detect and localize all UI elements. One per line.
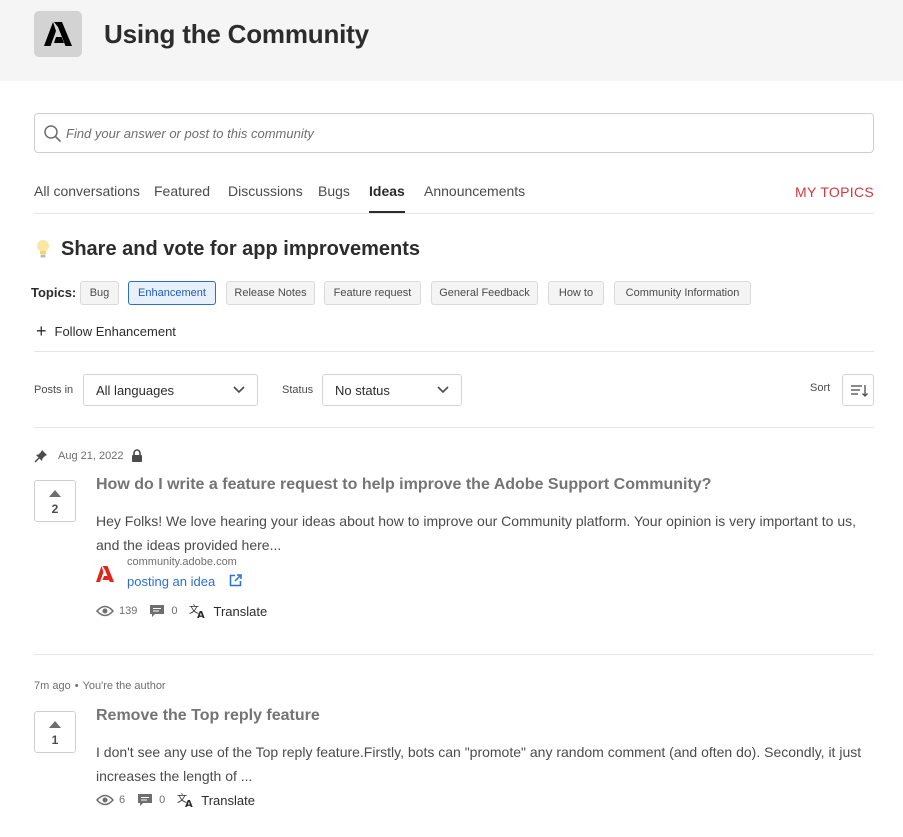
status-select[interactable]: No status <box>322 374 462 406</box>
topic-chip-release-notes[interactable]: Release Notes <box>226 281 315 305</box>
sort-button[interactable] <box>842 374 874 406</box>
comment-icon <box>150 605 165 617</box>
post-stats: 6 0 文 A Translate <box>96 791 255 809</box>
svg-text:A: A <box>197 610 205 619</box>
post-date: 7m ago <box>34 680 71 692</box>
topic-chip-general-feedback[interactable]: General Feedback <box>431 281 538 305</box>
divider <box>34 427 874 428</box>
lightbulb-icon <box>34 238 52 260</box>
upvote-button[interactable]: 2 <box>34 480 76 522</box>
translate-button[interactable]: Translate <box>201 793 255 808</box>
comment-icon <box>138 794 153 806</box>
topic-chip-bug[interactable]: Bug <box>80 281 119 305</box>
search-input[interactable] <box>66 115 856 151</box>
sort-icon <box>851 385 868 397</box>
tab-announcements[interactable]: Announcements <box>424 183 525 213</box>
status-value: No status <box>335 383 390 398</box>
tab-bugs[interactable]: Bugs <box>318 183 350 213</box>
eye-icon <box>96 605 114 617</box>
follow-label: Follow Enhancement <box>54 323 176 339</box>
translate-icon[interactable]: 文 A <box>177 792 195 808</box>
language-select[interactable]: All languages <box>83 374 258 406</box>
upvote-button[interactable]: 1 <box>34 711 76 753</box>
link-domain: community.adobe.com <box>127 556 237 568</box>
view-count: 6 <box>119 794 126 806</box>
search-icon <box>44 125 61 142</box>
translate-button[interactable]: Translate <box>213 604 267 619</box>
posts-in-label: Posts in <box>34 384 74 396</box>
topic-chip-community-information[interactable]: Community Information <box>614 281 751 305</box>
section-heading: Share and vote for app improvements <box>34 236 420 262</box>
topic-chip-feature-request[interactable]: Feature request <box>324 281 421 305</box>
meta-separator: • <box>74 680 79 692</box>
post-date: Aug 21, 2022 <box>58 450 124 462</box>
author-note: You're the author <box>82 680 166 692</box>
plus-icon: + <box>36 321 47 341</box>
follow-enhancement-button[interactable]: + Follow Enhancement <box>36 322 176 340</box>
vote-count: 1 <box>51 733 59 747</box>
divider <box>34 351 874 352</box>
status-label: Status <box>282 384 314 396</box>
post-excerpt: Hey Folks! We love hearing your ideas ab… <box>96 513 856 553</box>
vote-count: 2 <box>51 502 59 516</box>
section-title: Share and vote for app improvements <box>61 237 420 260</box>
post-stats: 139 0 文 A Translate <box>96 602 267 620</box>
post-title[interactable]: Remove the Top reply feature <box>96 707 320 725</box>
tab-featured[interactable]: Featured <box>154 183 210 213</box>
reply-count: 0 <box>171 605 178 617</box>
view-count: 139 <box>119 605 138 617</box>
page-title: Using the Community <box>104 19 369 49</box>
post-meta: Aug 21, 2022 <box>34 449 143 463</box>
language-value: All languages <box>96 383 175 398</box>
eye-icon <box>96 794 114 806</box>
chevron-down-icon <box>233 386 245 394</box>
svg-text:A: A <box>185 799 193 808</box>
divider <box>34 654 874 655</box>
adobe-favicon-icon <box>96 566 114 582</box>
link-title[interactable]: posting an idea <box>127 574 242 589</box>
tab-all-conversations[interactable]: All conversations <box>34 183 140 213</box>
topic-chip-enhancement[interactable]: Enhancement <box>128 281 216 305</box>
tab-ideas[interactable]: Ideas <box>369 183 405 213</box>
post-title[interactable]: How do I write a feature request to help… <box>96 476 711 494</box>
external-link-icon[interactable] <box>229 574 242 587</box>
adobe-logo-icon[interactable] <box>34 11 82 57</box>
search-box[interactable] <box>34 113 874 153</box>
my-topics-link[interactable]: MY TOPICS <box>795 184 874 200</box>
chevron-down-icon <box>437 386 449 394</box>
tab-discussions[interactable]: Discussions <box>228 183 303 213</box>
upvote-arrow-icon <box>49 490 61 497</box>
post-meta: 7m ago • You're the author <box>34 680 166 692</box>
topic-chip-how-to[interactable]: How to <box>548 281 604 305</box>
conversation-tabs: All conversations Featured Discussions B… <box>34 183 874 214</box>
reply-count: 0 <box>159 794 166 806</box>
post-excerpt: I don't see any use of the Top reply fea… <box>96 744 862 784</box>
translate-icon[interactable]: 文 A <box>189 603 207 619</box>
upvote-arrow-icon <box>49 721 61 728</box>
link-text[interactable]: posting an idea <box>127 574 215 589</box>
lock-icon <box>132 449 143 462</box>
topics-label: Topics: <box>31 285 77 300</box>
pin-icon <box>34 450 47 463</box>
sort-label: Sort <box>810 382 831 394</box>
